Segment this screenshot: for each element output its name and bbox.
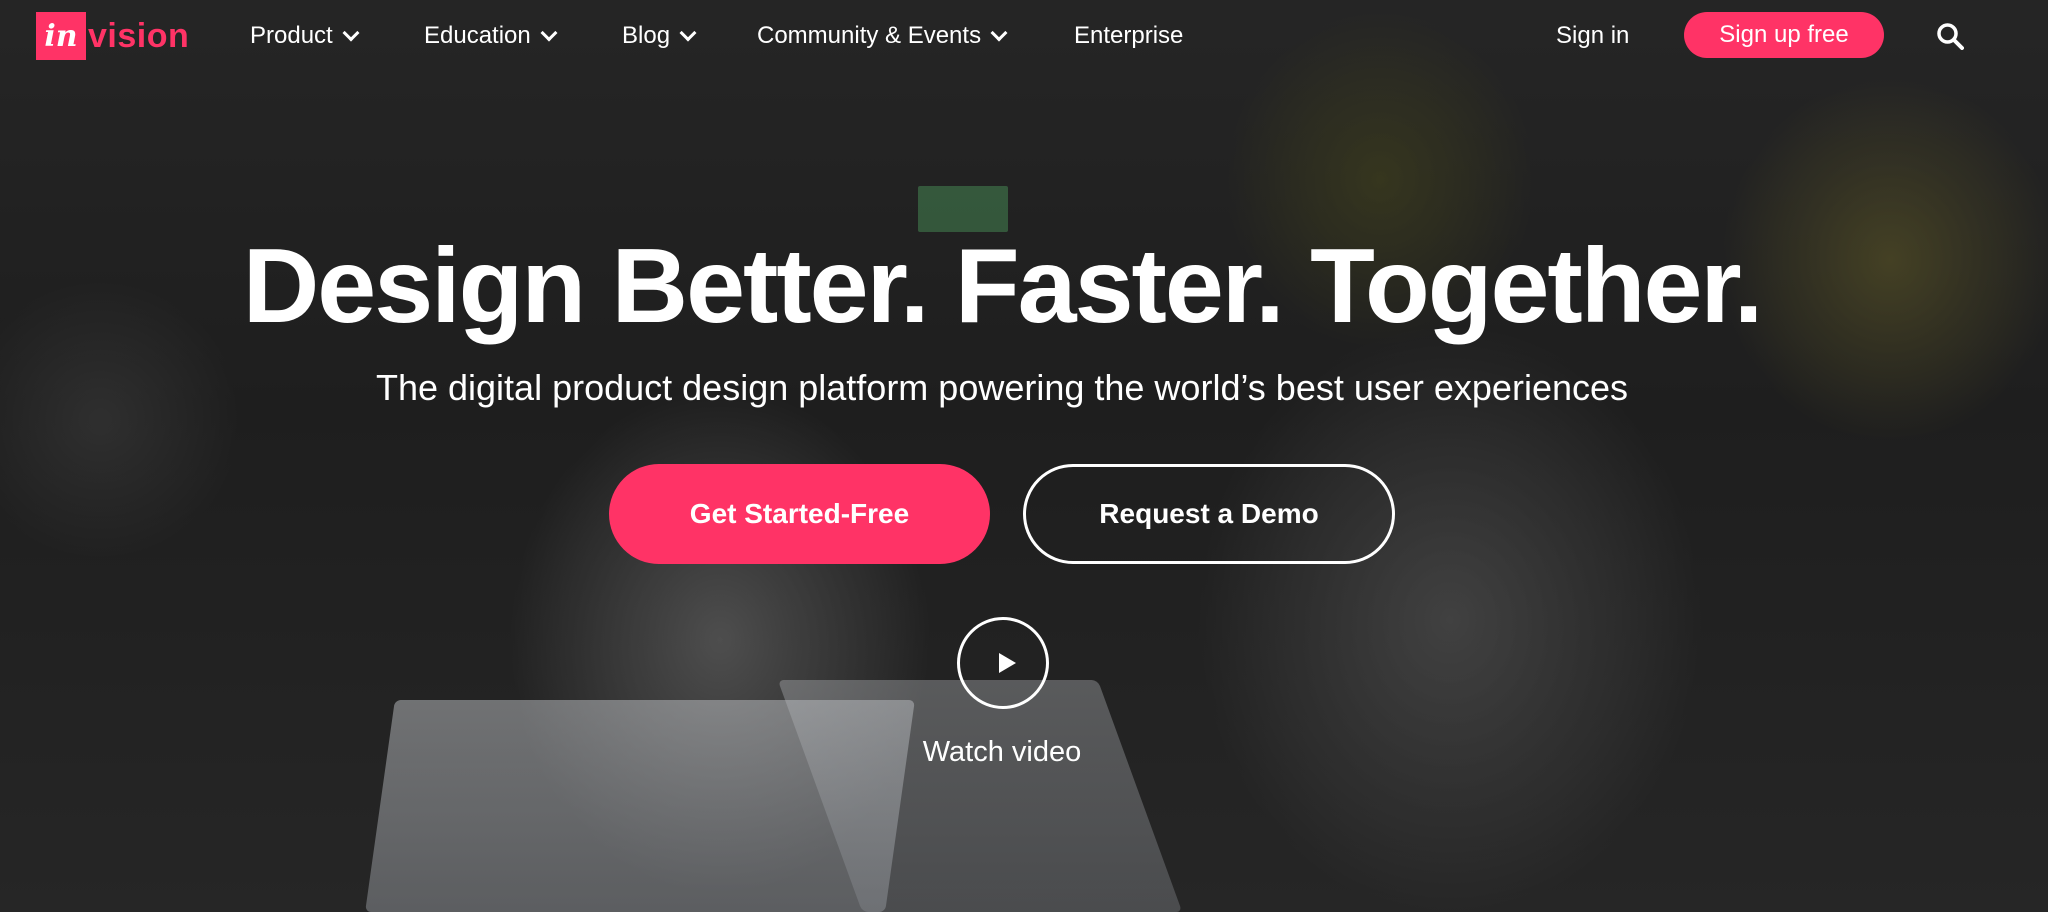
chevron-down-icon — [342, 24, 360, 42]
nav-item-label: Enterprise — [1074, 22, 1184, 49]
chevron-down-icon — [990, 24, 1008, 42]
logo-mark: in — [36, 12, 86, 60]
chevron-down-icon — [679, 24, 697, 42]
hero-subheadline: The digital product design platform powe… — [375, 367, 1629, 408]
play-video-button[interactable] — [957, 617, 1049, 709]
top-navigation: in vision Product Education Blog Communi… — [0, 0, 2048, 72]
request-demo-button[interactable]: Request a Demo — [1023, 464, 1395, 564]
nav-item-blog[interactable]: Blog — [622, 20, 697, 52]
landing-page: in vision Product Education Blog Communi… — [0, 0, 2048, 912]
invision-logo[interactable]: in vision — [36, 12, 189, 60]
nav-item-product[interactable]: Product — [250, 20, 360, 52]
get-started-free-button[interactable]: Get Started-Free — [609, 464, 990, 564]
play-icon — [999, 653, 1016, 673]
nav-item-label: Education — [424, 22, 531, 49]
nav-item-education[interactable]: Education — [424, 20, 558, 52]
nav-item-label: Blog — [622, 22, 671, 49]
sign-up-button[interactable]: Sign up free — [1684, 12, 1884, 58]
logo-wordmark: vision — [88, 16, 190, 55]
chevron-down-icon — [540, 24, 558, 42]
search-icon[interactable] — [1936, 22, 1964, 50]
nav-item-enterprise[interactable]: Enterprise — [1074, 20, 1183, 52]
hero-headline: Design Better. Faster. Together. — [242, 227, 1764, 345]
watch-video-link[interactable]: Watch video — [0, 736, 2004, 769]
nav-item-label: Community & Events — [757, 22, 982, 49]
nav-item-community-events[interactable]: Community & Events — [757, 20, 1008, 52]
nav-item-label: Product — [250, 22, 333, 49]
sign-in-link[interactable]: Sign in — [1556, 20, 1629, 52]
